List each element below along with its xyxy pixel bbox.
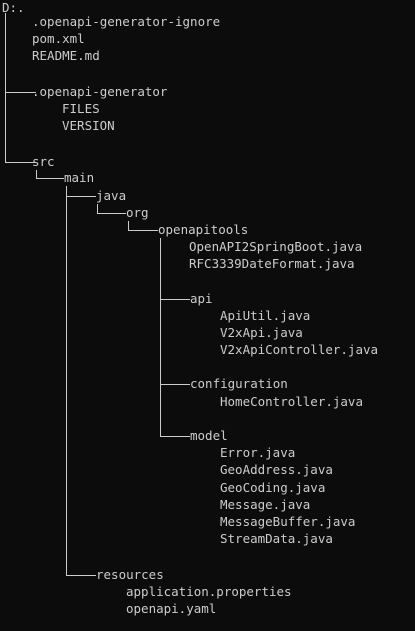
tree-item-file: V2xApiController.java [220,342,379,357]
tree-item-file: ApiUtil.java [220,308,311,323]
tree-item-file: MessageBuffer.java [220,514,356,529]
tree-item-file: Error.java [220,445,296,460]
tree-item-file: VERSION [62,118,115,133]
tree-item-folder: java [96,188,127,203]
tree-item-file: HomeController.java [220,394,363,409]
tree-item-folder: org [126,205,149,220]
tree-item-folder: model [190,428,228,443]
tree-item-folder: resources [96,567,164,582]
tree-item-folder: api [190,291,213,306]
tree-item-file: pom.xml [32,31,85,46]
tree-item-file: Message.java [220,497,311,512]
tree-item-file: StreamData.java [220,531,333,546]
tree-root-label: D:. [2,0,25,15]
tree-item-file: .openapi-generator-ignore [32,14,221,29]
tree-item-file: OpenAPI2SpringBoot.java [189,239,363,254]
tree-item-file: GeoCoding.java [220,480,326,495]
tree-item-file: README.md [32,48,100,63]
tree-item-folder: openapitools [158,222,249,237]
tree-item-file: FILES [62,101,100,116]
console-window: D:. .openapi-generator-ignore pom.xml RE… [0,0,415,631]
tree-item-folder: src [32,154,55,169]
tree-item-folder: configuration [190,376,288,391]
tree-item-file: application.properties [126,584,292,599]
tree-item-folder: main [64,170,95,185]
tree-item-folder: .openapi-generator [32,84,168,99]
tree-item-file: GeoAddress.java [220,462,333,477]
tree-item-file: RFC3339DateFormat.java [189,256,355,271]
tree-item-file: V2xApi.java [220,325,303,340]
tree-item-file: openapi.yaml [126,601,217,616]
